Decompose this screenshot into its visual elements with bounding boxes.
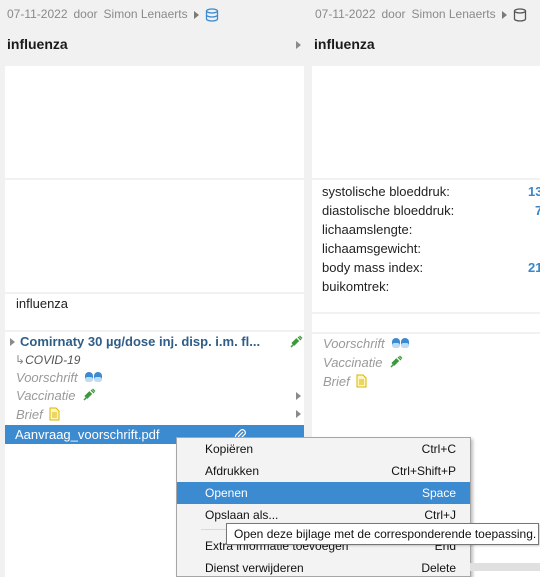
vital-value: 7 — [535, 203, 540, 218]
play-arrow-icon[interactable] — [501, 10, 507, 19]
right-vaccination-label: Vaccinatie — [323, 355, 383, 370]
left-vaccination-label: Vaccinatie — [16, 388, 76, 403]
database-icon[interactable] — [513, 8, 527, 22]
right-date: 07-11-2022 — [315, 7, 376, 21]
document-icon — [49, 407, 60, 421]
vital-row: buikomtrek: — [322, 277, 540, 296]
diagnosis-text: influenza — [16, 296, 69, 311]
left-letter-label: Brief — [16, 407, 43, 422]
play-arrow-icon[interactable] — [193, 10, 199, 19]
medication-indication: ↳COVID-19 — [15, 353, 80, 367]
tooltip: Open deze bijlage met de corresponderend… — [226, 523, 539, 545]
left-prescription-label: Voorschrift — [16, 370, 78, 385]
left-vaccination-link[interactable]: Vaccinatie — [16, 388, 96, 403]
right-author-link[interactable]: Simon Lenaerts — [412, 7, 496, 21]
syringe-icon — [83, 388, 96, 401]
expand-arrow-icon[interactable] — [10, 338, 15, 346]
left-section-1 — [5, 66, 304, 178]
left-letter-link[interactable]: Brief — [16, 407, 60, 422]
vital-label: lichaamsgewicht: — [322, 241, 421, 256]
syringe-icon — [390, 355, 403, 368]
syringe-icon — [290, 335, 303, 348]
attachment-name: Aanvraag_voorschrift.pdf — [15, 427, 160, 442]
left-title: influenza — [7, 36, 68, 52]
menu-item-print[interactable]: Afdrukken Ctrl+Shift+P — [177, 460, 470, 482]
left-section-2 — [5, 180, 304, 292]
indication-label: COVID-19 — [25, 353, 81, 367]
menu-item-shortcut: Ctrl+Shift+P — [391, 464, 456, 478]
right-prescription-label: Voorschrift — [323, 336, 385, 351]
pills-icon — [85, 372, 103, 382]
vitals-list: systolische bloeddruk: 13 diastolische bl… — [322, 182, 540, 296]
vital-row: systolische bloeddruk: 13 — [322, 182, 540, 201]
menu-item-shortcut: Delete — [421, 561, 456, 575]
left-prescription-link[interactable]: Voorschrift — [16, 370, 104, 385]
vital-row: body mass index: 21 — [322, 258, 540, 277]
horizontal-scrollbar[interactable] — [470, 563, 540, 571]
vital-row: lichaamslengte: — [322, 220, 540, 239]
left-by-label: door — [73, 7, 98, 21]
left-author-link[interactable]: Simon Lenaerts — [104, 7, 188, 21]
right-section-1 — [312, 66, 540, 178]
chevron-right-icon[interactable] — [296, 410, 301, 418]
left-lower-section — [5, 444, 176, 577]
menu-item-delete[interactable]: Dienst verwijderen Delete — [177, 557, 470, 577]
medication-name[interactable]: Comirnaty 30 µg/dose inj. disp. i.m. fl.… — [20, 334, 260, 349]
chevron-right-icon[interactable] — [296, 392, 301, 400]
vital-label: systolische bloeddruk: — [322, 184, 450, 199]
vital-value: 13 — [528, 184, 540, 199]
indication-arrow-icon: ↳ — [15, 353, 26, 367]
menu-item-open[interactable]: Openen Space — [177, 482, 470, 504]
right-letter-label: Brief — [323, 374, 350, 389]
menu-item-label: Openen — [205, 486, 248, 500]
right-prescription-link[interactable]: Voorschrift — [323, 336, 411, 351]
vital-row: diastolische bloeddruk: 7 — [322, 201, 540, 220]
database-icon[interactable] — [205, 8, 219, 22]
menu-item-shortcut: Space — [421, 486, 456, 500]
chevron-right-icon[interactable] — [296, 41, 301, 49]
left-date: 07-11-2022 — [7, 7, 68, 21]
right-by-label: door — [381, 7, 406, 21]
document-icon — [356, 374, 367, 388]
right-letter-link[interactable]: Brief — [323, 374, 367, 389]
right-vaccination-link[interactable]: Vaccinatie — [323, 355, 403, 370]
right-header: 07-11-2022 door Simon Lenaerts — [315, 7, 527, 22]
right-title: influenza — [314, 36, 375, 52]
menu-item-copy[interactable]: Kopiëren Ctrl+C — [177, 438, 470, 460]
vital-value: 21 — [528, 260, 540, 275]
vital-label: diastolische bloeddruk: — [322, 203, 455, 218]
menu-item-label: Dienst verwijderen — [205, 561, 304, 575]
vital-row: lichaamsgewicht: — [322, 239, 540, 258]
context-menu: Kopiëren Ctrl+C Afdrukken Ctrl+Shift+P Ope… — [176, 437, 471, 577]
right-section-3 — [312, 314, 540, 332]
pills-icon — [392, 338, 410, 348]
menu-item-label: Afdrukken — [205, 464, 260, 478]
menu-item-label: Kopiëren — [205, 442, 254, 456]
menu-item-shortcut: Ctrl+C — [421, 442, 456, 456]
vital-label: body mass index: — [322, 260, 424, 275]
vital-label: lichaamslengte: — [322, 222, 413, 237]
left-header: 07-11-2022 door Simon Lenaerts — [7, 7, 219, 22]
vital-label: buikomtrek: — [322, 279, 390, 294]
